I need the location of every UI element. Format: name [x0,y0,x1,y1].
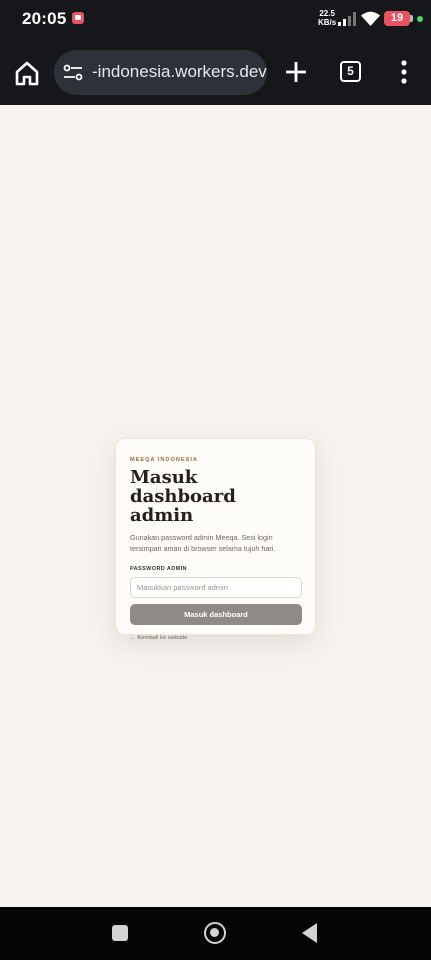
address-bar[interactable]: -indonesia.workers.dev [54,50,267,95]
system-nav-bar [0,907,431,960]
status-bar: 20:05 22.5 KB/s 19 [0,0,431,40]
submit-button[interactable]: Masuk dashboard [130,604,302,625]
battery-indicator: 19 [384,11,413,26]
home-icon[interactable] [12,58,42,88]
wifi-icon [361,11,380,26]
network-speed-value: 22.5 [319,9,335,18]
login-description: Gunakan password admin Meeqa. Sesi login… [130,533,276,553]
cell-signal-icon [338,12,356,26]
page-title: Masuk dashboard admin [130,467,236,526]
more-vert-icon[interactable] [396,58,412,86]
password-label: PASSWORD ADMIN [130,566,187,572]
network-speed-unit: KB/s [318,18,337,27]
tune-icon[interactable] [62,62,84,84]
charging-dot-icon [417,16,423,22]
back-to-website-link[interactable]: ← Kembali ke website [130,635,301,641]
url-text[interactable]: -indonesia.workers.dev [92,62,267,82]
status-time: 20:05 [22,9,67,28]
tab-count-icon[interactable]: 5 [340,61,361,82]
brand-eyebrow: MEEQA INDONESIA [130,457,198,463]
browser-toolbar: -indonesia.workers.dev 5 [0,40,431,105]
plus-icon[interactable] [283,59,309,85]
password-input[interactable] [130,577,302,598]
network-speed: 22.5 KB/s [318,9,336,27]
back-triangle-icon[interactable] [302,923,317,943]
page-content: MEEQA INDONESIA Masuk dashboard admin Gu… [0,105,431,907]
recent-apps-icon[interactable] [112,925,128,941]
login-card: MEEQA INDONESIA Masuk dashboard admin Gu… [115,438,316,641]
notification-app-icon [72,12,84,24]
home-circle-icon[interactable] [204,922,226,944]
